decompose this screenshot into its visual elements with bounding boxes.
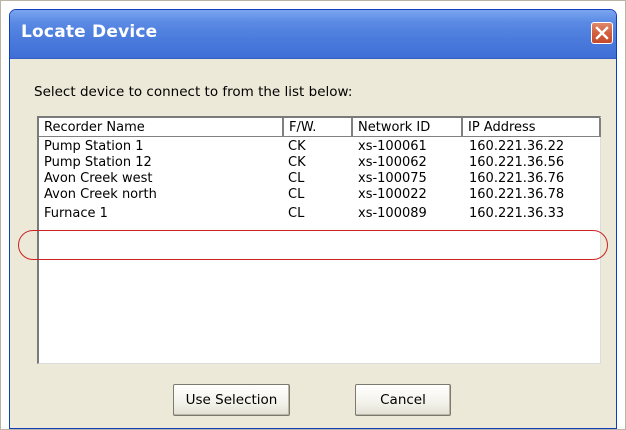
recorder-name: Avon Creek west — [44, 171, 153, 186]
window-title: Locate Device — [21, 22, 158, 42]
network-id: xs-100022 — [358, 187, 427, 202]
recorder-name: Pump Station 12 — [44, 155, 152, 170]
instruction-text: Select device to connect to from the lis… — [34, 84, 353, 100]
ip-address: 160.221.36.76 — [469, 171, 565, 186]
ip-address: 160.221.36.22 — [469, 139, 565, 154]
firmware: CK — [288, 139, 306, 154]
use-selection-button[interactable]: Use Selection — [173, 384, 290, 416]
device-row[interactable]: Pump Station 1 CK xs-100061 160.221.36.2… — [39, 139, 600, 155]
recorder-name: Avon Creek north — [44, 187, 157, 202]
ip-address: 160.221.36.78 — [469, 187, 565, 202]
cancel-button[interactable]: Cancel — [355, 384, 451, 416]
ip-address: 160.221.36.33 — [469, 206, 565, 221]
device-list[interactable]: Recorder Name F/W. Network ID IP Address… — [37, 116, 601, 364]
recorder-name: Furnace 1 — [44, 206, 108, 221]
screenshot-frame: Locate Device Select device to connect t… — [0, 0, 626, 430]
firmware: CL — [288, 206, 305, 221]
close-icon — [595, 26, 609, 40]
ip-address: 160.221.36.56 — [469, 155, 565, 170]
column-header-recorder-name[interactable]: Recorder Name — [39, 118, 284, 137]
network-id: xs-100089 — [358, 206, 427, 221]
firmware: CK — [288, 155, 306, 170]
column-header-firmware[interactable]: F/W. — [284, 118, 353, 137]
device-row[interactable]: Avon Creek west CL xs-100075 160.221.36.… — [39, 171, 600, 187]
network-id: xs-100075 — [358, 171, 427, 186]
title-bar[interactable]: Locate Device — [10, 10, 616, 59]
column-header-network-id[interactable]: Network ID — [353, 118, 463, 137]
locate-device-dialog: Locate Device Select device to connect t… — [9, 9, 617, 429]
recorder-name: Pump Station 1 — [44, 139, 144, 154]
network-id: xs-100061 — [358, 139, 427, 154]
device-row[interactable]: Pump Station 12 CK xs-100062 160.221.36.… — [39, 155, 600, 171]
network-id: xs-100062 — [358, 155, 427, 170]
device-row[interactable]: Avon Creek north CL xs-100022 160.221.36… — [39, 187, 600, 203]
list-header: Recorder Name F/W. Network ID IP Address — [39, 118, 601, 138]
firmware: CL — [288, 171, 305, 186]
column-header-ip-address[interactable]: IP Address — [463, 118, 601, 137]
close-button[interactable] — [591, 22, 613, 44]
device-row-highlighted[interactable]: Furnace 1 CL xs-100089 160.221.36.33 — [39, 206, 600, 222]
firmware: CL — [288, 187, 305, 202]
